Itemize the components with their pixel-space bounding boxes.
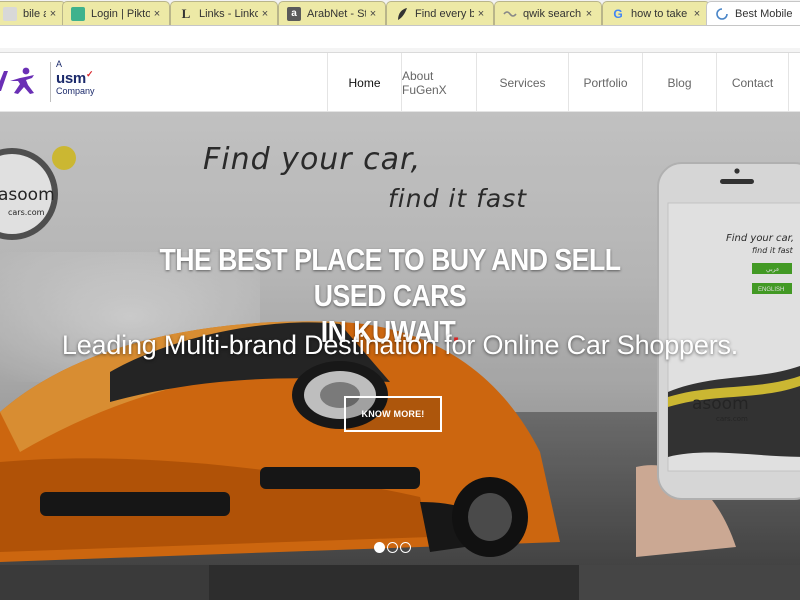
main-nav: Home About FuGenX Services Portfolio Blo… <box>327 53 789 112</box>
nav-item-about-fugenx[interactable]: About FuGenX <box>401 53 476 112</box>
fugenx-logo-icon[interactable] <box>0 65 42 97</box>
usm-logo-word: usm <box>56 70 86 87</box>
google-icon: G <box>613 6 623 21</box>
usm-logo-tick-icon: ✓ <box>85 69 94 79</box>
know-more-button[interactable]: KNOW MORE! <box>344 396 442 432</box>
qwik-icon <box>503 7 517 21</box>
nav-item-home[interactable]: Home <box>327 53 401 112</box>
hero-tagline-line2: find it fast <box>388 184 528 213</box>
browser-tab[interactable]: qwik search × <box>494 1 602 25</box>
generic-page-icon <box>3 6 17 21</box>
nav-item-portfolio[interactable]: Portfolio <box>568 53 642 112</box>
browser-tab[interactable]: Find every bi × <box>386 1 494 25</box>
browser-tab[interactable]: a ArabNet - St × <box>278 1 386 25</box>
usm-logo-a: A <box>56 59 63 69</box>
tab-title: qwik search <box>523 7 582 20</box>
close-icon[interactable]: × <box>366 8 380 20</box>
carousel-dot-2[interactable] <box>387 542 398 553</box>
close-icon[interactable]: × <box>474 8 488 20</box>
nav-item-blog[interactable]: Blog <box>642 53 716 112</box>
bottom-strip-middle <box>209 565 579 600</box>
tab-title: Best Mobile <box>735 7 793 20</box>
browser-tab[interactable]: Login | Pikto × <box>62 1 170 25</box>
tab-title: ArabNet - St <box>307 7 366 20</box>
carousel-dot-3[interactable] <box>400 542 411 553</box>
usm-logo-company: Company <box>56 86 95 96</box>
hero-subheadline: Leading Multi-brand Destination for Onli… <box>61 330 739 360</box>
browser-tab[interactable]: L Links - Linkc × <box>170 1 278 25</box>
tab-title: bile app d <box>23 7 46 20</box>
hero-slider: asoom cars.com Find your car, find it fa… <box>0 112 800 565</box>
bottom-section-strip <box>0 565 800 600</box>
letter-a-icon: a <box>287 6 301 21</box>
usm-company-logo: A usm✓ Company <box>56 60 95 96</box>
hero-headline-line1: THE BEST PLACE TO BUY AND SELL USED CARS <box>159 242 621 313</box>
carousel-dots <box>374 542 411 553</box>
browser-tab-active[interactable]: Best Mobile <box>706 1 800 25</box>
close-icon[interactable]: × <box>582 8 596 20</box>
close-icon[interactable]: × <box>690 8 704 20</box>
carousel-dot-1[interactable] <box>374 542 385 553</box>
tab-title: how to take <box>631 7 688 20</box>
logo-divider <box>50 62 51 102</box>
site-header: A usm✓ Company Home About FuGenX Service… <box>0 53 800 112</box>
nav-item-services[interactable]: Services <box>476 53 568 112</box>
tab-title: Links - Linkc <box>199 7 258 20</box>
browser-tab[interactable]: G how to take × <box>602 1 710 25</box>
leaf-icon <box>395 7 409 21</box>
close-icon[interactable]: × <box>150 8 164 20</box>
close-icon[interactable]: × <box>258 8 272 20</box>
bottom-strip-right <box>579 565 800 600</box>
piktochart-icon <box>71 6 85 21</box>
hero-tagline-line1: Find your car, <box>203 142 422 177</box>
tab-title: Find every bi <box>415 7 474 20</box>
loading-spinner-icon <box>715 7 729 21</box>
letter-l-icon: L <box>181 5 191 21</box>
close-icon[interactable]: × <box>46 8 60 20</box>
browser-tab-strip: bile app d × Login | Pikto × L Links - L… <box>0 0 800 25</box>
browser-tab[interactable]: bile app d × <box>0 1 66 25</box>
nav-item-contact[interactable]: Contact <box>716 53 789 112</box>
tab-title: Login | Pikto <box>91 7 150 20</box>
